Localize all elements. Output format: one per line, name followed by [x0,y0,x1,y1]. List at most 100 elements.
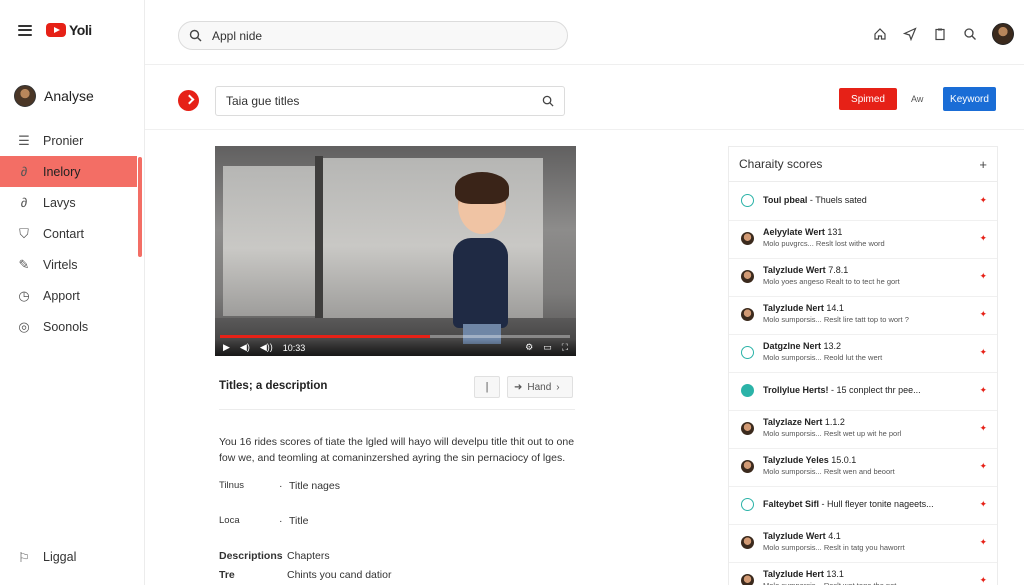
score-item-title: Talyzlude Nert 14.1 [763,303,997,313]
logo-row: Yoli [18,22,92,38]
sidebar-item-label: Liggal [43,550,77,564]
meta-value[interactable]: Title [289,515,308,527]
app-logo[interactable]: Yoli [46,22,92,38]
send-icon[interactable] [902,26,918,42]
score-item[interactable]: Talyzlude Wert 4.1 Molo sumporsis... Resl… [729,525,997,563]
channel-header[interactable]: Analyse [14,85,94,107]
score-item[interactable]: Toul pbeal - Thuels sated ✦ [729,183,997,221]
back-button[interactable] [178,90,199,111]
score-item-name: Datgzlne Nert [763,341,822,351]
sidebar-nav: ☰ Pronier ∂ Inelory ∂ Lavys ⛉ Contart ✎ … [0,125,137,342]
menu-icon[interactable] [18,24,32,36]
fullscreen-icon[interactable]: ⛶ [562,342,568,353]
score-item[interactable]: Talyzlude Wert 7.8.1 Molo yoes angeso Rea… [729,259,997,297]
descriptions-label: Descriptions [219,550,283,562]
video-controls: ▶ ◀) ◀)) 10:33 ⚙ ▭ ⛶ [215,339,576,356]
user-avatar[interactable] [992,23,1014,45]
search-icon[interactable] [542,95,554,107]
play-icon[interactable]: ▶ [223,342,230,353]
star-icon[interactable]: ✦ [979,575,987,585]
avatar-icon [741,232,754,245]
star-icon[interactable]: ✦ [979,271,987,282]
chevron-icon: › [556,381,560,393]
flag-icon: ⚐ [18,549,30,565]
score-item-title: Talyzlaze Nert 1.1.2 [763,417,997,427]
star-icon[interactable]: ✦ [979,423,987,434]
score-item[interactable]: Talyzlaze Nert 1.1.2 Molo sumporsis... Re… [729,411,997,449]
star-icon[interactable]: ✦ [979,461,987,472]
meta-bullet: · [279,515,283,527]
score-item[interactable]: Talyzlude Nert 14.1 Molo sumporsis... Res… [729,297,997,335]
score-item[interactable]: Aelyylate Wert 131 Molo puvgrcs... Reslt … [729,221,997,259]
title-search-input[interactable]: Taia gue titles [215,86,565,116]
score-item[interactable]: Talyzlude Hert 13.1 Molo sumporsis... Res… [729,563,997,585]
avatar-icon [741,574,754,585]
score-item-title: Trollylue Herts! - 15 conplect thr pee..… [763,385,997,395]
tre-value[interactable]: Chints you cand datior [287,569,391,581]
search-value: Appl nide [212,28,263,43]
tre-label: Tre [219,569,235,581]
add-icon[interactable]: + [979,157,987,172]
scores-panel-title: Charaity scores [739,157,823,171]
video-player[interactable]: ▶ ◀) ◀)) 10:33 ⚙ ▭ ⛶ [215,146,576,356]
home-icon[interactable] [872,26,888,42]
score-item-title: Aelyylate Wert 131 [763,227,997,237]
score-item-note: 13.2 [823,341,842,351]
star-icon[interactable]: ✦ [979,347,987,358]
hand-button[interactable]: ➜ Hand › [507,376,573,398]
video-progress-bar[interactable] [220,335,570,338]
score-item-note: - Thuels sated [809,195,867,205]
keyword-button[interactable]: Keyword [943,87,996,111]
search-icon[interactable] [962,26,978,42]
video-child-body [453,238,508,328]
star-icon[interactable]: ✦ [979,499,987,510]
sidebar-item-pronier[interactable]: ☰ Pronier [0,125,137,156]
score-item-note: 7.8.1 [828,265,849,275]
clipboard-icon[interactable] [932,26,948,42]
meta-value[interactable]: Title nages [289,480,340,492]
star-icon[interactable]: ✦ [979,385,987,396]
star-icon[interactable]: ✦ [979,233,987,244]
search-input[interactable]: Appl nide [178,21,568,50]
score-item-sub: Molo puvgrcs... Reslt lost withe word [763,239,885,248]
score-item-name: Talyzlaze Nert [763,417,823,427]
top-bar: Appl nide [145,0,1024,65]
score-item-note: 14.1 [826,303,844,313]
sidebar-scrollbar[interactable] [138,157,142,257]
logo-text: Yoli [69,22,92,38]
score-item-note: 4.1 [828,531,841,541]
sidebar-item-inelory[interactable]: ∂ Inelory [0,156,137,187]
volume-icon[interactable]: ◀) [240,342,250,353]
score-item[interactable]: Trollylue Herts! - 15 conplect thr pee..… [729,373,997,411]
volume-max-icon[interactable]: ◀)) [260,342,273,353]
sidebar-item-lavys[interactable]: ∂ Lavys [0,187,137,218]
tre-row: Tre Chints you cand datior [219,569,391,581]
score-item[interactable]: Datgzlne Nert 13.2 Molo sumporsis... Reol… [729,335,997,373]
meta-row: Loca · Title [219,515,308,527]
score-item-sub: Molo yoes angeso Realt to to tect he gor… [763,277,900,286]
channel-avatar [14,85,36,107]
score-item-title: Falteybet Sifl - Hull fleyer tonite nage… [763,499,997,509]
aw-label[interactable]: Aw [911,94,923,104]
star-icon[interactable]: ✦ [979,537,987,548]
star-icon[interactable]: ✦ [979,309,987,320]
primary-button[interactable]: Spimed [839,88,897,110]
video-window-left [223,166,315,316]
score-item-name: Talyzlude Yeles [763,455,829,465]
scores-panel-header: Charaity scores + [729,147,997,182]
score-item-name: Trollylue Herts! [763,385,829,395]
info-circle-icon [741,194,754,207]
star-icon[interactable]: ✦ [979,195,987,206]
sidebar-item-virtels[interactable]: ✎ Virtels [0,249,137,280]
sidebar-item-contart[interactable]: ⛉ Contart [0,218,137,249]
sidebar-item-liggal[interactable]: ⚐ Liggal [17,550,76,564]
score-item[interactable]: Talyzlude Yeles 15.0.1 Molo sumporsis... … [729,449,997,487]
score-item-note: 15.0.1 [831,455,857,465]
score-item[interactable]: Falteybet Sifl - Hull fleyer tonite nage… [729,487,997,525]
sidebar-item-apport[interactable]: ◷ Apport [0,280,137,311]
settings-icon[interactable]: ⚙ [525,342,533,353]
chapters-label[interactable]: Chapters [287,550,330,562]
sidebar-item-soonols[interactable]: ◎ Soonols [0,311,137,342]
cursor-button[interactable]: | [474,376,500,398]
miniplayer-icon[interactable]: ▭ [543,342,552,353]
